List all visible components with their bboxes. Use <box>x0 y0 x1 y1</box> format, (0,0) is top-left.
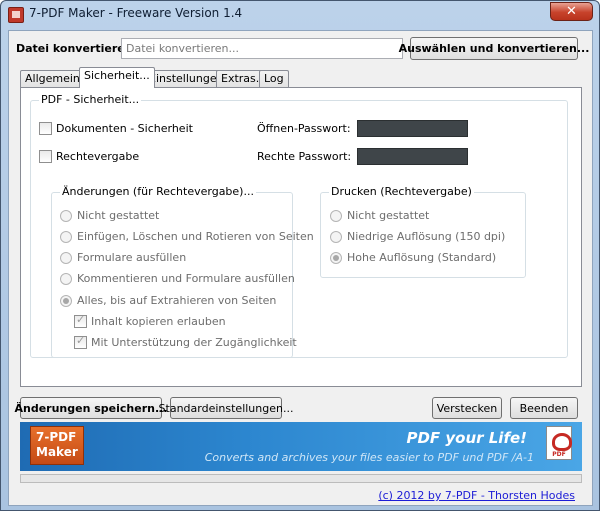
pdf-icon-text: PDF <box>552 451 566 458</box>
rights-checkbox-row[interactable]: Rechtevergabe <box>39 150 139 163</box>
pdf-security-group: PDF - Sicherheit... Dokumenten - Sicherh… <box>30 93 568 358</box>
changes-option-all-except-extract[interactable]: Alles, bis auf Extrahieren von Seiten <box>60 294 276 307</box>
radio-icon[interactable] <box>60 272 72 285</box>
open-password-label: Öffnen-Passwort: <box>257 122 351 135</box>
changes-option-label: Alles, bis auf Extrahieren von Seiten <box>77 294 277 307</box>
radio-icon[interactable] <box>60 209 72 222</box>
app-icon <box>8 7 24 23</box>
logo-line-2: Maker <box>36 445 78 459</box>
print-group: Drucken (Rechtevergabe) Nicht gestattet … <box>320 185 526 278</box>
radio-icon[interactable] <box>330 230 342 243</box>
convert-label: Datei konvertieren: <box>16 42 137 55</box>
changes-option-insert-delete-rotate[interactable]: Einfügen, Löschen und Rotieren von Seite… <box>60 230 314 243</box>
progress-bar <box>20 474 582 483</box>
file-path-input[interactable] <box>121 38 403 59</box>
changes-option-fill-forms[interactable]: Formulare ausfüllen <box>60 251 186 264</box>
changes-option-label: Einfügen, Löschen und Rotieren von Seite… <box>77 230 314 243</box>
changes-option-not-allowed[interactable]: Nicht gestattet <box>60 209 159 222</box>
print-option-label: Hohe Auflösung (Standard) <box>347 251 497 264</box>
rights-password-field[interactable] <box>357 148 468 165</box>
doc-security-label: Dokumenten - Sicherheit <box>56 122 193 135</box>
hide-button[interactable]: Verstecken <box>432 397 502 419</box>
changes-group: Änderungen (für Rechtevergabe)... Nicht … <box>51 185 314 358</box>
promo-banner[interactable]: 7-PDF Maker PDF your Life! Converts and … <box>20 422 582 471</box>
doc-security-checkbox-row[interactable]: Dokumenten - Sicherheit <box>39 122 193 135</box>
7pdf-logo: 7-PDF Maker <box>30 426 84 465</box>
open-password-field[interactable] <box>357 120 468 137</box>
print-option-label: Nicht gestattet <box>347 209 430 222</box>
select-and-convert-button[interactable]: Auswählen und konvertieren... <box>399 37 589 60</box>
accessibility-checkbox[interactable] <box>74 334 87 349</box>
banner-subtitle: Converts and archives your files easier … <box>204 451 534 464</box>
radio-checked-icon[interactable] <box>330 251 342 264</box>
print-option-low-resolution[interactable]: Niedrige Auflösung (150 dpi) <box>330 230 505 243</box>
print-option-high-resolution[interactable]: Hohe Auflösung (Standard) <box>330 251 496 264</box>
rights-password-label: Rechte Passwort: <box>257 150 352 163</box>
rights-checkbox[interactable] <box>39 150 52 163</box>
print-option-label: Niedrige Auflösung (150 dpi) <box>347 230 506 243</box>
app-window: 7-PDF Maker - Freeware Version 1.4 ✕ Dat… <box>0 0 600 511</box>
print-option-not-allowed[interactable]: Nicht gestattet <box>330 209 429 222</box>
radio-checked-icon[interactable] <box>60 294 72 307</box>
radio-icon[interactable] <box>60 230 72 243</box>
copy-content-checkbox-row[interactable]: Inhalt kopieren erlauben <box>74 313 226 328</box>
changes-option-label: Kommentieren und Formulare ausfüllen <box>77 272 295 285</box>
accessibility-checkbox-row[interactable]: Mit Unterstützung der Zugänglichkeit <box>74 334 297 349</box>
security-tab-panel: PDF - Sicherheit... Dokumenten - Sicherh… <box>20 87 582 387</box>
pdf-file-icon: PDF <box>546 426 572 460</box>
radio-icon[interactable] <box>330 209 342 222</box>
copy-content-checkbox[interactable] <box>74 313 87 328</box>
quit-button[interactable]: Beenden <box>510 397 578 419</box>
client-area: Datei konvertieren: Auswählen und konver… <box>8 30 593 506</box>
changes-option-comment-fill-forms[interactable]: Kommentieren und Formulare ausfüllen <box>60 272 295 285</box>
doc-security-checkbox[interactable] <box>39 122 52 135</box>
rights-label: Rechtevergabe <box>56 150 140 163</box>
window-title: 7-PDF Maker - Freeware Version 1.4 <box>29 6 243 20</box>
save-changes-button[interactable]: Änderungen speichern... <box>14 397 168 419</box>
changes-group-title: Änderungen (für Rechtevergabe)... <box>60 185 256 198</box>
pdf-security-group-title: PDF - Sicherheit... <box>39 93 142 106</box>
tab-security[interactable]: Sicherheit... <box>79 67 155 88</box>
copy-content-label: Inhalt kopieren erlauben <box>91 315 226 328</box>
close-button[interactable]: ✕ <box>550 2 593 21</box>
tab-log[interactable]: Log <box>259 70 289 87</box>
changes-option-label: Nicht gestattet <box>77 209 160 222</box>
accessibility-label: Mit Unterstützung der Zugänglichkeit <box>91 336 297 349</box>
title-bar[interactable]: 7-PDF Maker - Freeware Version 1.4 ✕ <box>1 1 599 29</box>
banner-slogan: PDF your Life! <box>406 429 527 447</box>
logo-line-1: 7-PDF <box>36 430 77 444</box>
radio-icon[interactable] <box>60 251 72 264</box>
copyright-link[interactable]: (c) 2012 by 7-PDF - Thorsten Hodes <box>378 489 575 502</box>
defaults-button[interactable]: Standardeinstellungen... <box>159 397 293 419</box>
print-group-title: Drucken (Rechtevergabe) <box>329 185 474 198</box>
changes-option-label: Formulare ausfüllen <box>77 251 187 264</box>
